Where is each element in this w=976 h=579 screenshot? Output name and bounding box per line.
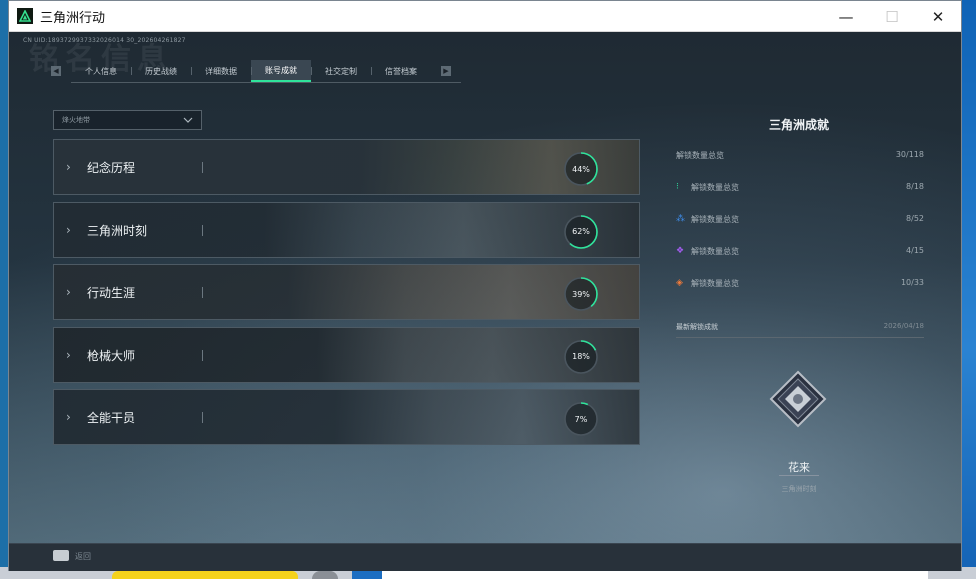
category-row-all-round-operator[interactable]: › 全能干员 7% — [53, 389, 640, 445]
tab-next-icon[interactable]: ▶ — [441, 66, 451, 76]
chevron-down-icon — [183, 117, 193, 123]
chevron-right-icon: › — [66, 160, 71, 174]
chevron-right-icon: › — [66, 410, 71, 424]
minimize-button[interactable]: — — [823, 1, 869, 32]
progress-percent: 62% — [572, 227, 590, 236]
close-button[interactable]: ✕ — [915, 1, 961, 32]
chevron-right-icon: › — [66, 347, 71, 362]
tab-prev-icon[interactable]: ◀ — [51, 66, 61, 76]
category-row-memorial[interactable]: › 纪念历程 44% — [53, 139, 640, 195]
window-title: 三角洲行动 — [40, 10, 106, 26]
stat-row-green: ⁝ 解锁数量总览 8/18 — [676, 182, 924, 192]
tab-achievements[interactable]: 账号成就 — [251, 60, 311, 82]
tab-bar: ◀ 个人信息 历史战绩 详细数据 账号成就 社交定制 信誉档案 ▶ — [51, 59, 451, 83]
latest-unlock-date: 2026/04/18 — [883, 322, 924, 330]
category-label: 全能干员 — [87, 411, 136, 425]
orange-rank-icon: ◈ — [676, 278, 683, 288]
achievement-category: 三角洲时刻 — [781, 485, 817, 493]
dropdown-value: 烽火地带 — [62, 116, 90, 124]
tab-detailed-data[interactable]: 详细数据 — [191, 60, 251, 82]
category-row-career[interactable]: › 行动生涯 39% — [53, 264, 640, 320]
progress-percent: 39% — [572, 289, 590, 299]
stat-row-orange: ◈ 解锁数量总览 10/33 — [676, 278, 924, 288]
tab-personal-info[interactable]: 个人信息 — [71, 60, 131, 82]
tab-social[interactable]: 社交定制 — [311, 60, 371, 82]
chevron-right-icon: › — [66, 285, 71, 299]
back-hint[interactable]: 返回 — [75, 551, 91, 562]
category-label: 行动生涯 — [87, 286, 136, 300]
title-bar[interactable]: 三角洲行动 — ☐ ✕ — [9, 1, 961, 32]
chevron-right-icon: › — [66, 222, 71, 237]
footer-bar: 返回 — [9, 543, 961, 571]
game-content: 铭名信息 CN UID:1893729937332026014 30_20260… — [9, 32, 961, 543]
achievement-badge-icon[interactable] — [769, 370, 827, 428]
purple-rank-icon: ❖ — [676, 246, 685, 256]
blue-rank-icon: ⁂ — [676, 214, 685, 224]
category-label: 纪念历程 — [87, 161, 136, 175]
category-label: 枪械大师 — [87, 348, 136, 363]
progress-percent: 44% — [572, 164, 590, 174]
category-row-delta-moments[interactable]: › 三角洲时刻 62% — [53, 201, 640, 258]
progress-percent: 18% — [572, 352, 590, 361]
tab-reputation[interactable]: 信誉档案 — [371, 60, 431, 82]
latest-unlock-header: 最新解锁成就 2026/04/18 — [676, 322, 924, 336]
desktop-yellow-element — [112, 571, 298, 579]
uid-text: CN UID:1893729937332026014 30_2026042618… — [23, 37, 186, 44]
panel-title: 三角洲成就 — [768, 118, 829, 132]
stat-row-purple: ❖ 解锁数量总览 4/15 — [676, 246, 924, 256]
progress-percent: 7% — [574, 414, 588, 424]
tab-history[interactable]: 历史战绩 — [131, 60, 191, 82]
total-unlock-value: 30/118 — [895, 150, 924, 159]
green-rank-icon: ⁝ — [676, 182, 679, 192]
total-unlock-label: 解锁数量总览 — [676, 151, 724, 160]
desktop-gray-element — [312, 571, 338, 579]
latest-unlock-label: 最新解锁成就 — [676, 323, 718, 331]
stat-row-blue: ⁂ 解锁数量总览 8/52 — [676, 214, 924, 224]
window-controls: — ☐ ✕ — [823, 1, 961, 32]
back-key-icon[interactable] — [53, 550, 69, 561]
category-list: › 纪念历程 44% › 三角洲时刻 62% › 行动生涯 39% › 枪械大师… — [53, 139, 640, 452]
app-logo-icon — [17, 8, 33, 24]
total-unlock-row: 解锁数量总览 30/118 — [676, 150, 924, 164]
tab-divider — [71, 82, 461, 83]
achievement-name: 花来 — [788, 461, 810, 474]
mode-dropdown[interactable]: 烽火地带 — [53, 110, 202, 130]
app-window: 三角洲行动 — ☐ ✕ 铭名信息 CN UID:1893729937332026… — [8, 0, 962, 571]
maximize-button[interactable]: ☐ — [869, 1, 915, 32]
category-row-weapon-master[interactable]: › 枪械大师 18% — [53, 326, 640, 383]
category-label: 三角洲时刻 — [87, 223, 148, 238]
